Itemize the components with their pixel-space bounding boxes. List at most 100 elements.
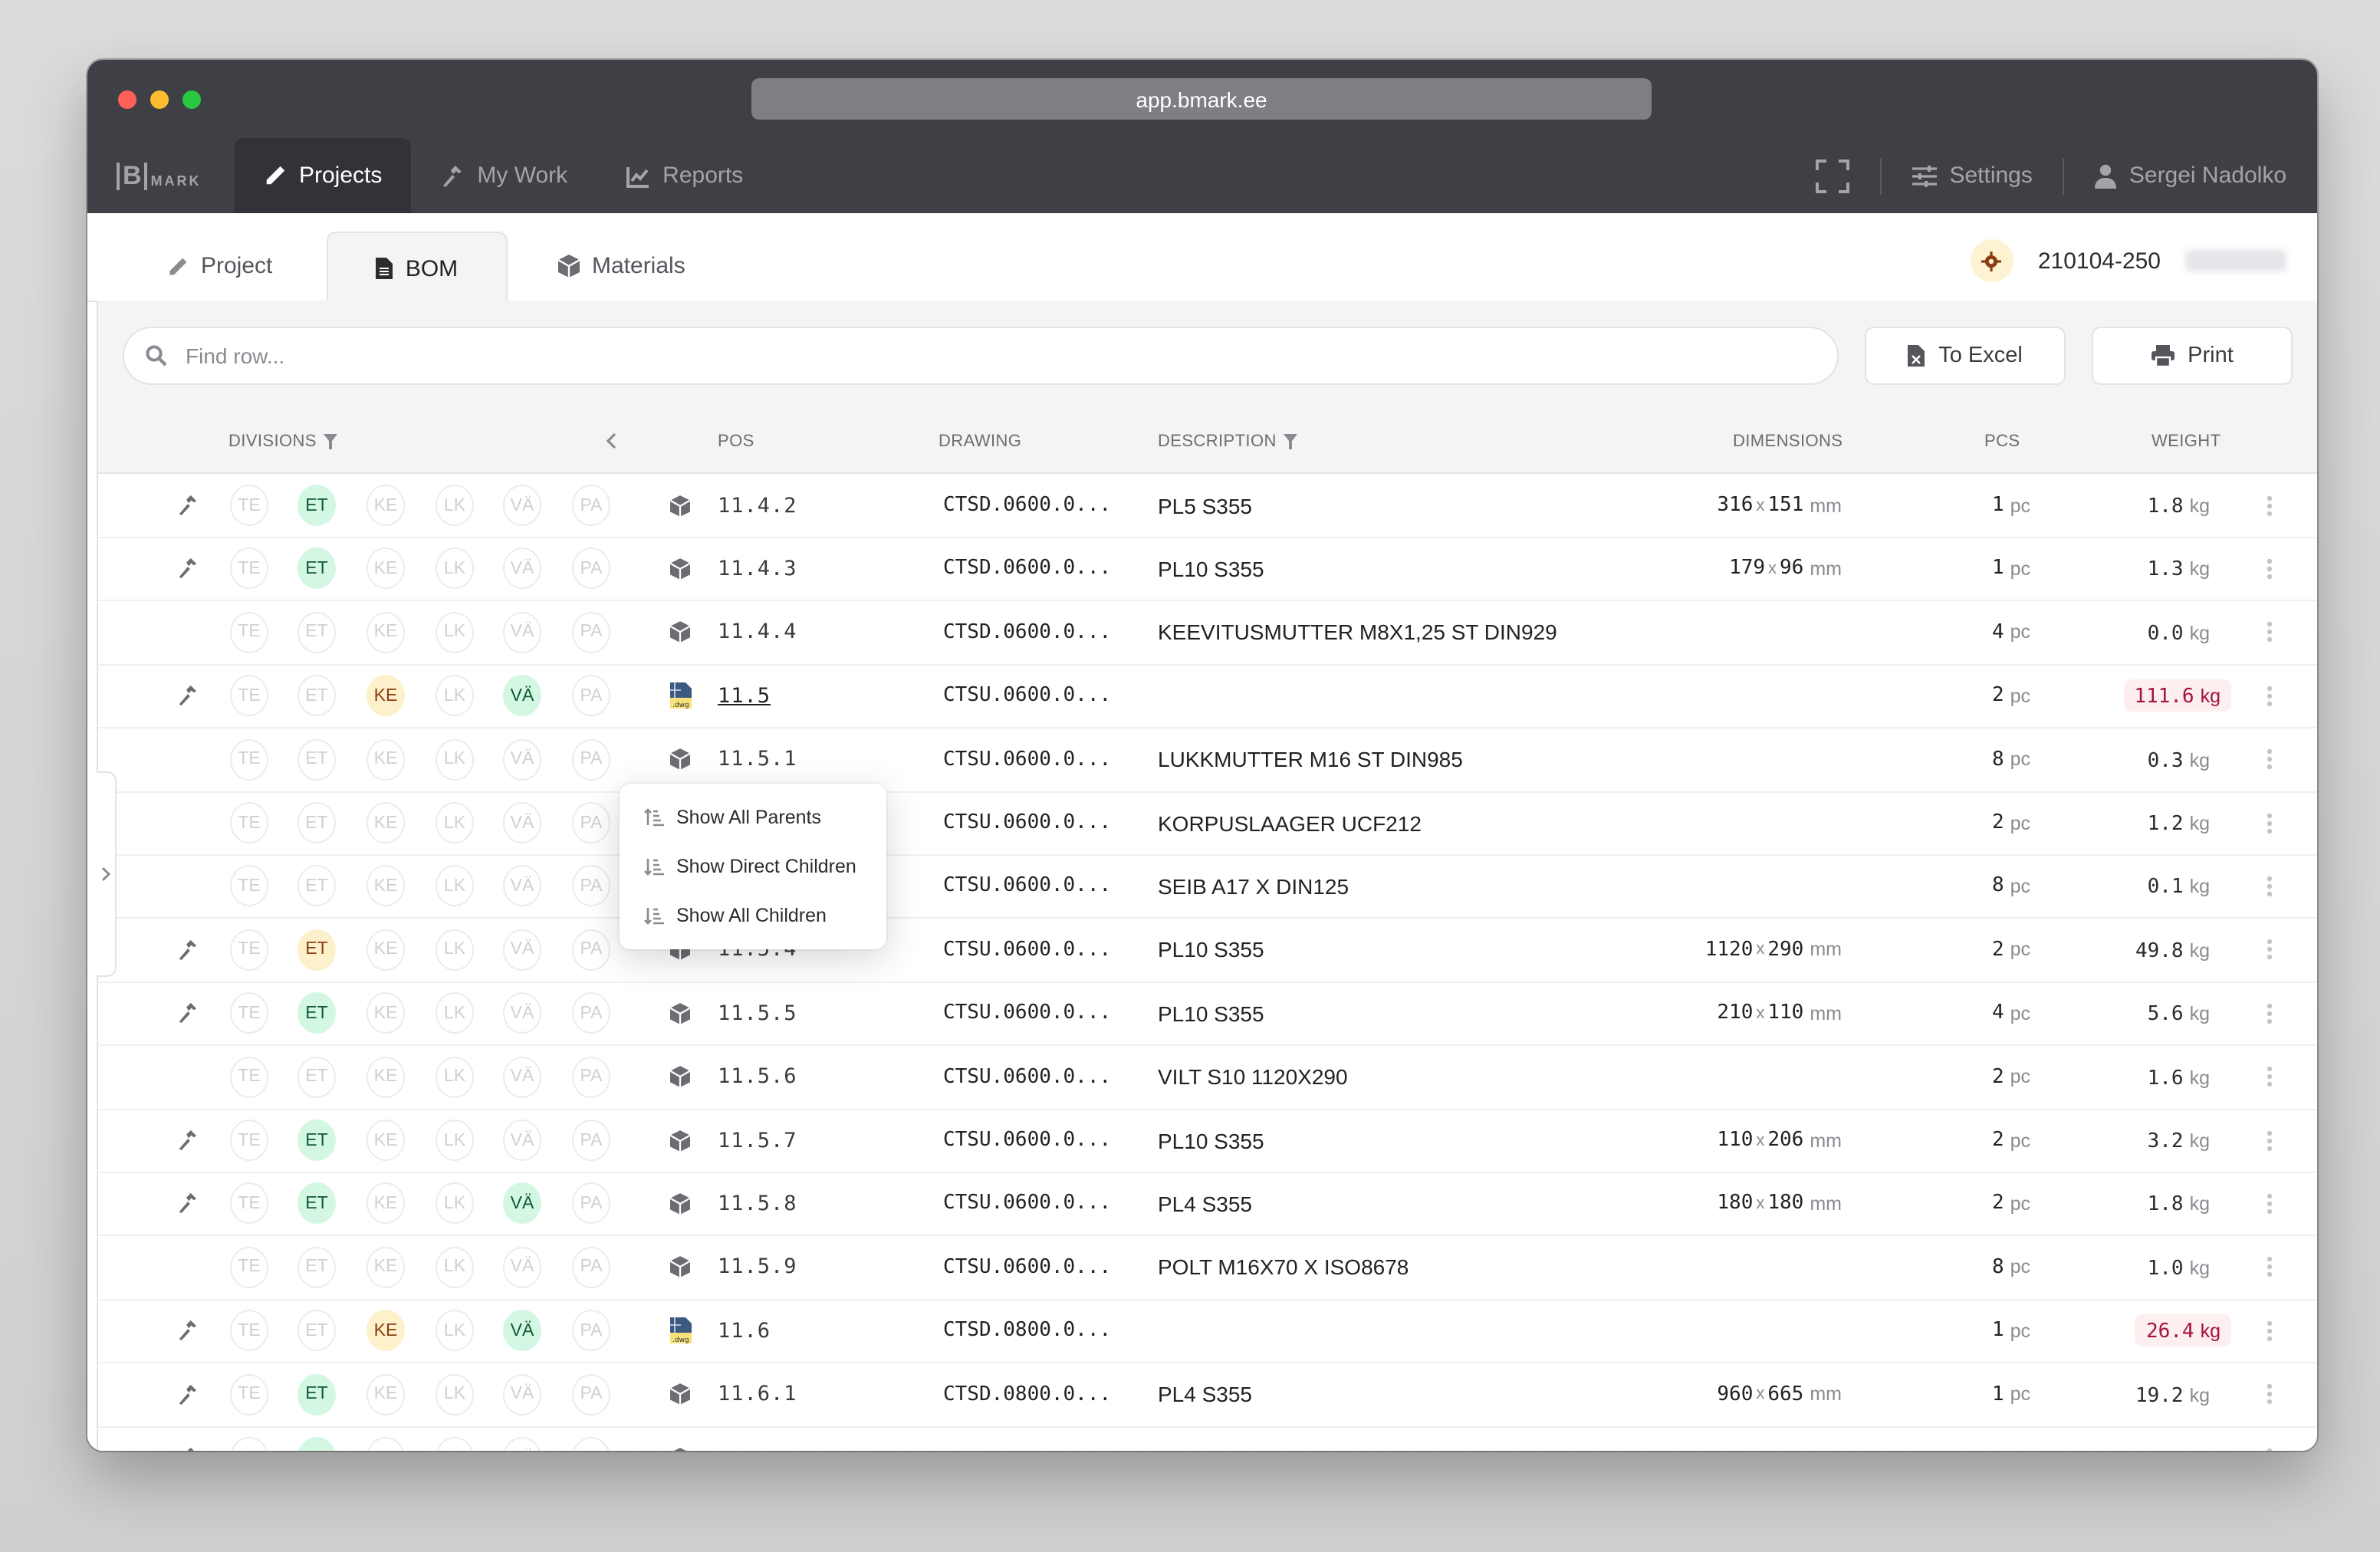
- production-status[interactable]: [172, 919, 202, 982]
- division-badge[interactable]: VÄ: [503, 1056, 541, 1098]
- division-badge[interactable]: KE: [367, 802, 405, 843]
- table-row[interactable]: TEETKELKVÄPA11.5.2CTSU.0600.0...KORPUSLA…: [98, 791, 2317, 856]
- division-badge[interactable]: ET: [298, 865, 336, 907]
- row-drawing[interactable]: CTSU.0600.0...: [943, 664, 1111, 727]
- col-weight[interactable]: WEIGHT: [2152, 432, 2221, 451]
- division-badge[interactable]: ET: [298, 485, 336, 526]
- table-row[interactable]: TEETKELKVÄPA11.5.3CTSU.0600.0...SEIB A17…: [98, 855, 2317, 919]
- division-badge[interactable]: PA: [572, 1120, 610, 1161]
- production-status[interactable]: [172, 474, 202, 537]
- division-badge[interactable]: PA: [572, 547, 610, 590]
- division-badge[interactable]: ET: [298, 1310, 336, 1352]
- division-badge[interactable]: KE: [367, 1437, 405, 1451]
- row-drawing[interactable]: CTSD.0600.0...: [943, 474, 1111, 537]
- table-row[interactable]: TE ET KE LK VÄ PA 11.5.5 CTSU.0600.0... PL10 S35…: [98, 982, 2317, 1047]
- division-badge[interactable]: PA: [572, 611, 610, 653]
- production-status[interactable]: [172, 1363, 202, 1425]
- division-badge[interactable]: LK: [436, 1246, 474, 1288]
- side-panel-toggle[interactable]: [97, 771, 117, 977]
- division-badge[interactable]: LK: [436, 992, 474, 1034]
- division-badge[interactable]: TE: [230, 992, 268, 1034]
- division-badge[interactable]: VÄ: [503, 1373, 541, 1416]
- tab-materials[interactable]: Materials: [558, 232, 685, 301]
- row-actions-button[interactable]: [2259, 919, 2280, 982]
- url-bar[interactable]: app.bmark.ee: [751, 78, 1652, 120]
- project-status-badge[interactable]: [1970, 239, 2013, 282]
- table-row[interactable]: TE ET KE LK VÄ PA 11.4.4 CTSD.0600.0... KEEVITUS…: [98, 601, 2317, 666]
- division-badge[interactable]: ET: [298, 611, 336, 653]
- maximize-window-button[interactable]: [182, 90, 201, 109]
- division-badge[interactable]: LK: [436, 929, 474, 971]
- division-badge[interactable]: LK: [436, 1182, 474, 1225]
- division-badge[interactable]: PA: [572, 1437, 610, 1451]
- division-badge[interactable]: VÄ: [503, 1182, 541, 1225]
- division-badge[interactable]: LK: [436, 1120, 474, 1161]
- division-badge[interactable]: ET: [298, 675, 336, 717]
- division-badge[interactable]: KE: [367, 738, 405, 781]
- division-badge[interactable]: VÄ: [503, 1437, 541, 1451]
- nav-my-work[interactable]: My Work: [411, 138, 597, 213]
- division-badge[interactable]: TE: [230, 485, 268, 526]
- division-badge[interactable]: VÄ: [503, 929, 541, 971]
- table-row[interactable]: TE ET KE LK VÄ PA PL4 S355: [98, 1426, 2317, 1451]
- division-badge[interactable]: VÄ: [503, 802, 541, 843]
- division-badge[interactable]: KE: [367, 992, 405, 1034]
- row-drawing[interactable]: CTSU.0600.0...: [943, 919, 1111, 982]
- search-box[interactable]: [123, 327, 1839, 385]
- row-type[interactable]: .dwg: [670, 664, 692, 727]
- division-badge[interactable]: TE: [230, 1056, 268, 1098]
- division-badge[interactable]: KE: [367, 865, 405, 907]
- row-drawing[interactable]: CTSU.0600.0...: [943, 1236, 1111, 1299]
- division-badge[interactable]: KE: [367, 1246, 405, 1288]
- division-badge[interactable]: ET: [298, 992, 336, 1034]
- division-badge[interactable]: PA: [572, 738, 610, 781]
- division-badge[interactable]: ET: [298, 802, 336, 843]
- division-badge[interactable]: KE: [367, 611, 405, 653]
- row-actions-button[interactable]: [2259, 664, 2280, 727]
- row-actions-button[interactable]: [2259, 1426, 2280, 1451]
- fullscreen-button[interactable]: [1785, 159, 1880, 192]
- to-excel-button[interactable]: To Excel: [1865, 327, 2066, 385]
- col-drawing[interactable]: DRAWING: [939, 432, 1021, 451]
- division-badge[interactable]: PA: [572, 1056, 610, 1098]
- division-badge[interactable]: LK: [436, 611, 474, 653]
- division-badge[interactable]: ET: [298, 929, 336, 971]
- settings-button[interactable]: Settings: [1882, 163, 2063, 189]
- row-pos[interactable]: 11.5: [718, 664, 771, 727]
- division-badge[interactable]: LK: [436, 1373, 474, 1416]
- division-badge[interactable]: KE: [367, 929, 405, 971]
- division-badge[interactable]: ET: [298, 1437, 336, 1451]
- division-badge[interactable]: TE: [230, 1310, 268, 1352]
- division-badge[interactable]: LK: [436, 1056, 474, 1098]
- menu-show-all-parents[interactable]: Show All Parents: [620, 793, 886, 842]
- division-badge[interactable]: TE: [230, 802, 268, 843]
- division-badge[interactable]: KE: [367, 675, 405, 717]
- division-badge[interactable]: VÄ: [503, 1310, 541, 1352]
- division-badge[interactable]: VÄ: [503, 675, 541, 717]
- table-row[interactable]: TE ET KE LK VÄ PA 11.4.3 CTSD.0600.0... PL10 S35…: [98, 538, 2317, 602]
- print-button[interactable]: Print: [2092, 327, 2293, 385]
- division-badge[interactable]: TE: [230, 1373, 268, 1416]
- production-status[interactable]: [172, 1172, 202, 1235]
- col-pcs[interactable]: PCS: [1984, 432, 2020, 451]
- table-row[interactable]: TE ET KE LK VÄ PA 11.5.7 CTSU.0600.0... PL10 S35…: [98, 1109, 2317, 1173]
- division-badge[interactable]: PA: [572, 675, 610, 717]
- col-description[interactable]: DESCRIPTION: [1158, 432, 1298, 451]
- table-row[interactable]: TE ET KE LK VÄ PA 11.5.1 CTSU.0600.0... LUKKMUTT…: [98, 728, 2317, 793]
- search-input[interactable]: [182, 342, 1711, 370]
- row-drawing[interactable]: CTSD.0600.0...: [943, 601, 1111, 664]
- row-drawing[interactable]: CTSU.0600.0...: [943, 791, 1111, 854]
- division-badge[interactable]: PA: [572, 485, 610, 526]
- division-badge[interactable]: VÄ: [503, 1120, 541, 1161]
- bmark-logo[interactable]: B MARK: [87, 138, 235, 213]
- tab-project[interactable]: Project: [167, 232, 272, 301]
- table-row[interactable]: TE ET KE LK VÄ PA 11.5.6 CTSU.0600.0... VILT S10…: [98, 1045, 2317, 1110]
- production-status[interactable]: [172, 1426, 202, 1451]
- menu-show-direct-children[interactable]: Show Direct Children: [620, 842, 886, 891]
- division-badge[interactable]: TE: [230, 1182, 268, 1225]
- table-row[interactable]: TE ET KE LK VÄ PA 11.5.8 CTSU.0600.0... PL4 S355…: [98, 1172, 2317, 1237]
- division-badge[interactable]: KE: [367, 485, 405, 526]
- division-badge[interactable]: VÄ: [503, 738, 541, 781]
- row-actions-button[interactable]: [2259, 1045, 2280, 1108]
- production-status[interactable]: [172, 538, 202, 600]
